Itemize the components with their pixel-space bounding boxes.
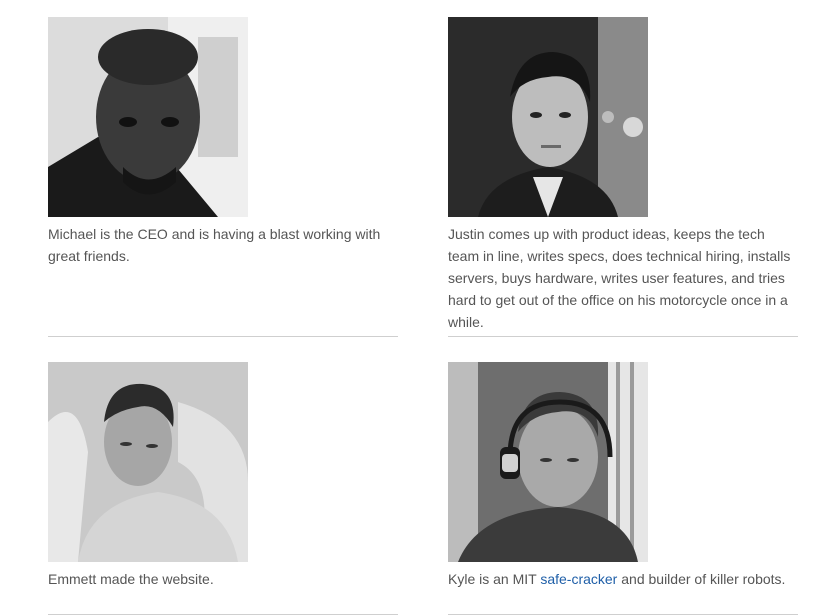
person-portrait-icon	[448, 362, 648, 562]
divider-row-2-right	[448, 614, 798, 615]
divider-row-1-left	[48, 336, 398, 337]
person-portrait-icon	[448, 17, 648, 217]
kyle-photo	[448, 362, 648, 562]
team-card-justin: Justin comes up with product ideas, keep…	[448, 17, 798, 333]
emmett-photo	[48, 362, 248, 562]
team-page: Michael is the CEO and is having a blast…	[0, 0, 830, 616]
michael-photo	[48, 17, 248, 217]
team-card-michael: Michael is the CEO and is having a blast…	[48, 17, 398, 267]
michael-bio: Michael is the CEO and is having a blast…	[48, 226, 381, 264]
person-portrait-icon	[48, 17, 248, 217]
kyle-bio-suffix: and builder of killer robots.	[617, 571, 786, 587]
team-card-kyle: Kyle is an MIT safe-cracker and builder …	[448, 362, 798, 590]
justin-bio: Justin comes up with product ideas, keep…	[448, 226, 791, 330]
safe-cracker-link[interactable]: safe-cracker	[540, 571, 617, 587]
kyle-bio: Kyle is an MIT safe-cracker and builder …	[448, 568, 798, 590]
kyle-bio-prefix: Kyle is an MIT	[448, 571, 541, 587]
emmett-bio: Emmett made the website.	[48, 571, 214, 587]
divider-row-1-right	[448, 336, 798, 337]
team-card-emmett: Emmett made the website.	[48, 362, 398, 590]
justin-photo	[448, 17, 648, 217]
divider-row-2-left	[48, 614, 398, 615]
person-portrait-icon	[48, 362, 248, 562]
